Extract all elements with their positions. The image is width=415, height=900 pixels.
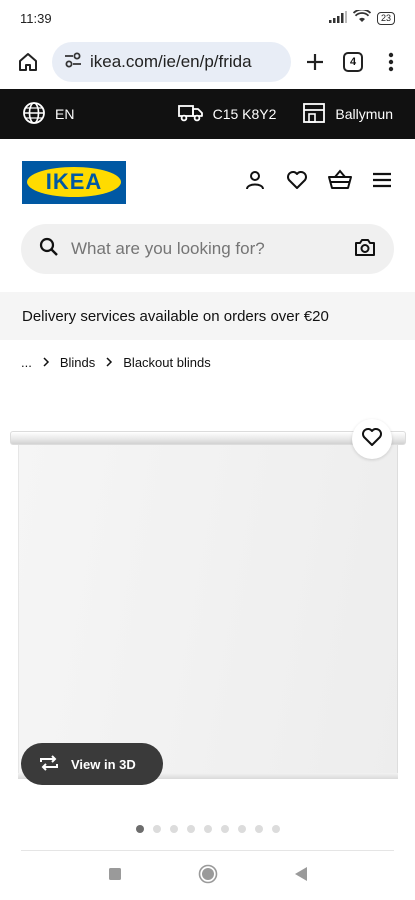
menu-icon[interactable] (371, 171, 393, 194)
add-to-favourites-button[interactable] (352, 419, 392, 459)
ikea-logo[interactable]: IKEA (22, 160, 126, 204)
carousel-dot[interactable] (187, 825, 195, 833)
back-icon[interactable] (294, 866, 308, 887)
carousel-dot[interactable] (255, 825, 263, 833)
language-label: EN (55, 106, 75, 122)
recents-icon[interactable] (108, 867, 122, 886)
logo-text: IKEA (27, 167, 121, 197)
blind-roller (10, 431, 406, 445)
home-icon[interactable] (14, 48, 42, 76)
address-bar[interactable]: ikea.com/ie/en/p/frida (52, 42, 291, 82)
breadcrumb-item-blinds[interactable]: Blinds (60, 355, 95, 370)
carousel-dot[interactable] (238, 825, 246, 833)
wifi-icon (352, 8, 372, 26)
site-header: IKEA (0, 160, 415, 204)
tabs-button[interactable]: 4 (339, 48, 367, 76)
breadcrumb: ... Blinds Blackout blinds (21, 352, 211, 372)
search-icon (39, 237, 59, 262)
breadcrumb-item-blackout-blinds[interactable]: Blackout blinds (123, 355, 210, 370)
view-in-3d-label: View in 3D (71, 756, 136, 772)
carousel-dot[interactable] (221, 825, 229, 833)
status-icons: 23 (328, 8, 395, 26)
new-tab-icon[interactable] (301, 48, 329, 76)
camera-search-icon[interactable] (354, 237, 376, 262)
status-time: 11:39 (20, 10, 52, 26)
account-icon[interactable] (243, 168, 267, 197)
language-selector[interactable]: EN (22, 101, 74, 128)
heart-icon (361, 427, 383, 452)
delivery-banner-text: Delivery services available on orders ov… (22, 307, 329, 325)
carousel-dot[interactable] (272, 825, 280, 833)
status-bar: 11:39 23 (0, 0, 415, 36)
battery-icon: 23 (376, 11, 395, 25)
search-input[interactable] (71, 239, 342, 259)
favourites-icon[interactable] (285, 168, 309, 197)
site-topbar: EN C15 K8Y2 Ballymun (0, 89, 415, 139)
postcode-selector[interactable]: C15 K8Y2 (177, 103, 277, 126)
store-selector[interactable]: Ballymun (302, 102, 393, 127)
rotate-3d-icon (37, 753, 61, 776)
tab-count: 4 (343, 52, 363, 72)
chevron-right-icon (105, 355, 113, 370)
product-image[interactable] (8, 425, 408, 785)
search-bar (21, 224, 394, 274)
breadcrumb-ellipsis[interactable]: ... (21, 355, 32, 370)
postcode-label: C15 K8Y2 (212, 106, 277, 122)
more-options-icon[interactable] (377, 48, 405, 76)
basket-icon[interactable] (327, 168, 353, 197)
signal-icon (328, 10, 347, 26)
system-nav-bar (0, 858, 415, 894)
browser-toolbar: ikea.com/ie/en/p/frida 4 (0, 36, 415, 88)
site-settings-icon[interactable] (64, 52, 82, 73)
home-nav-icon[interactable] (198, 864, 218, 889)
blind-fabric (18, 445, 398, 778)
image-carousel-dots (136, 825, 280, 833)
delivery-truck-icon (177, 103, 204, 126)
carousel-dot[interactable] (136, 825, 144, 833)
carousel-dot[interactable] (153, 825, 161, 833)
store-label: Ballymun (335, 106, 393, 122)
store-icon (302, 102, 326, 127)
divider (21, 850, 394, 851)
url-text[interactable]: ikea.com/ie/en/p/frida (90, 52, 252, 72)
carousel-dot[interactable] (204, 825, 212, 833)
carousel-dot[interactable] (170, 825, 178, 833)
chevron-right-icon (42, 355, 50, 370)
globe-icon (22, 101, 46, 128)
delivery-banner[interactable]: Delivery services available on orders ov… (0, 292, 415, 340)
header-actions (243, 168, 393, 197)
view-in-3d-button[interactable]: View in 3D (21, 743, 163, 785)
